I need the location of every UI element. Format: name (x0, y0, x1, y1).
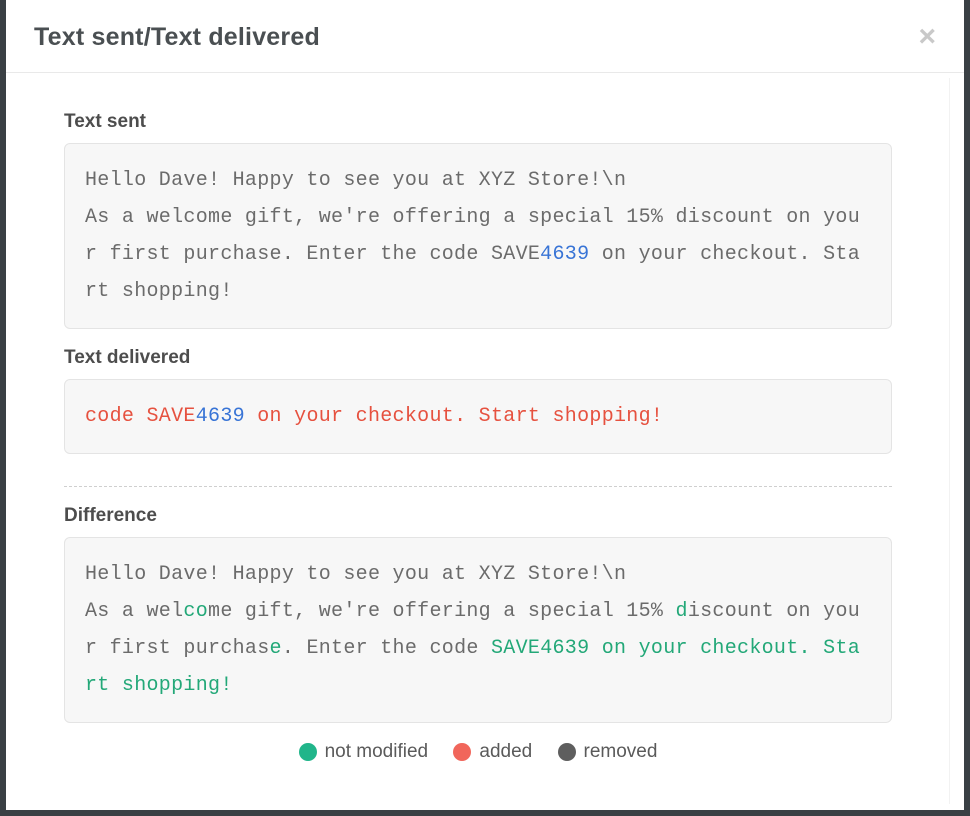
legend-removed: removed (558, 741, 658, 763)
dot-red-icon (453, 743, 471, 761)
legend-added: added (453, 741, 532, 763)
difference-box: Hello Dave! Happy to see you at XYZ Stor… (64, 537, 892, 723)
modal-header: Text sent/Text delivered × (6, 0, 964, 73)
diff-seg-green: d (676, 600, 688, 623)
diff-seg-plain: me gift, we're offering a special 15% (208, 600, 675, 623)
legend-added-label: added (479, 741, 532, 763)
label-text-sent: Text sent (64, 111, 892, 133)
scrollbar[interactable] (949, 78, 964, 804)
text-delivered-box: code SAVE4639 on your checkout. Start sh… (64, 379, 892, 454)
modal-title: Text sent/Text delivered (34, 23, 320, 52)
modal-dialog: Text sent/Text delivered × Text sent Hel… (6, 0, 964, 810)
dot-green-icon (299, 743, 317, 761)
text-sent-box: Hello Dave! Happy to see you at XYZ Stor… (64, 143, 892, 329)
close-icon[interactable]: × (918, 22, 936, 52)
legend-not-modified: not modified (299, 741, 429, 763)
text-sent-highlight: 4639 (540, 243, 589, 266)
label-difference: Difference (64, 505, 892, 527)
label-text-delivered: Text delivered (64, 347, 892, 369)
diff-seg-green: e (270, 637, 282, 660)
diff-seg-plain: . Enter the code (282, 637, 491, 660)
divider (64, 486, 892, 487)
legend-removed-label: removed (584, 741, 658, 763)
dot-grey-icon (558, 743, 576, 761)
legend-not-modified-label: not modified (325, 741, 429, 763)
modal-body: Text sent Hello Dave! Happy to see you a… (6, 73, 964, 803)
diff-legend: not modified added removed (64, 741, 892, 767)
text-delivered-pre: code SAVE (85, 405, 196, 428)
diff-seg-green: co (183, 600, 208, 623)
text-delivered-highlight: 4639 (196, 405, 245, 428)
text-delivered-post: on your checkout. Start shopping! (245, 405, 663, 428)
